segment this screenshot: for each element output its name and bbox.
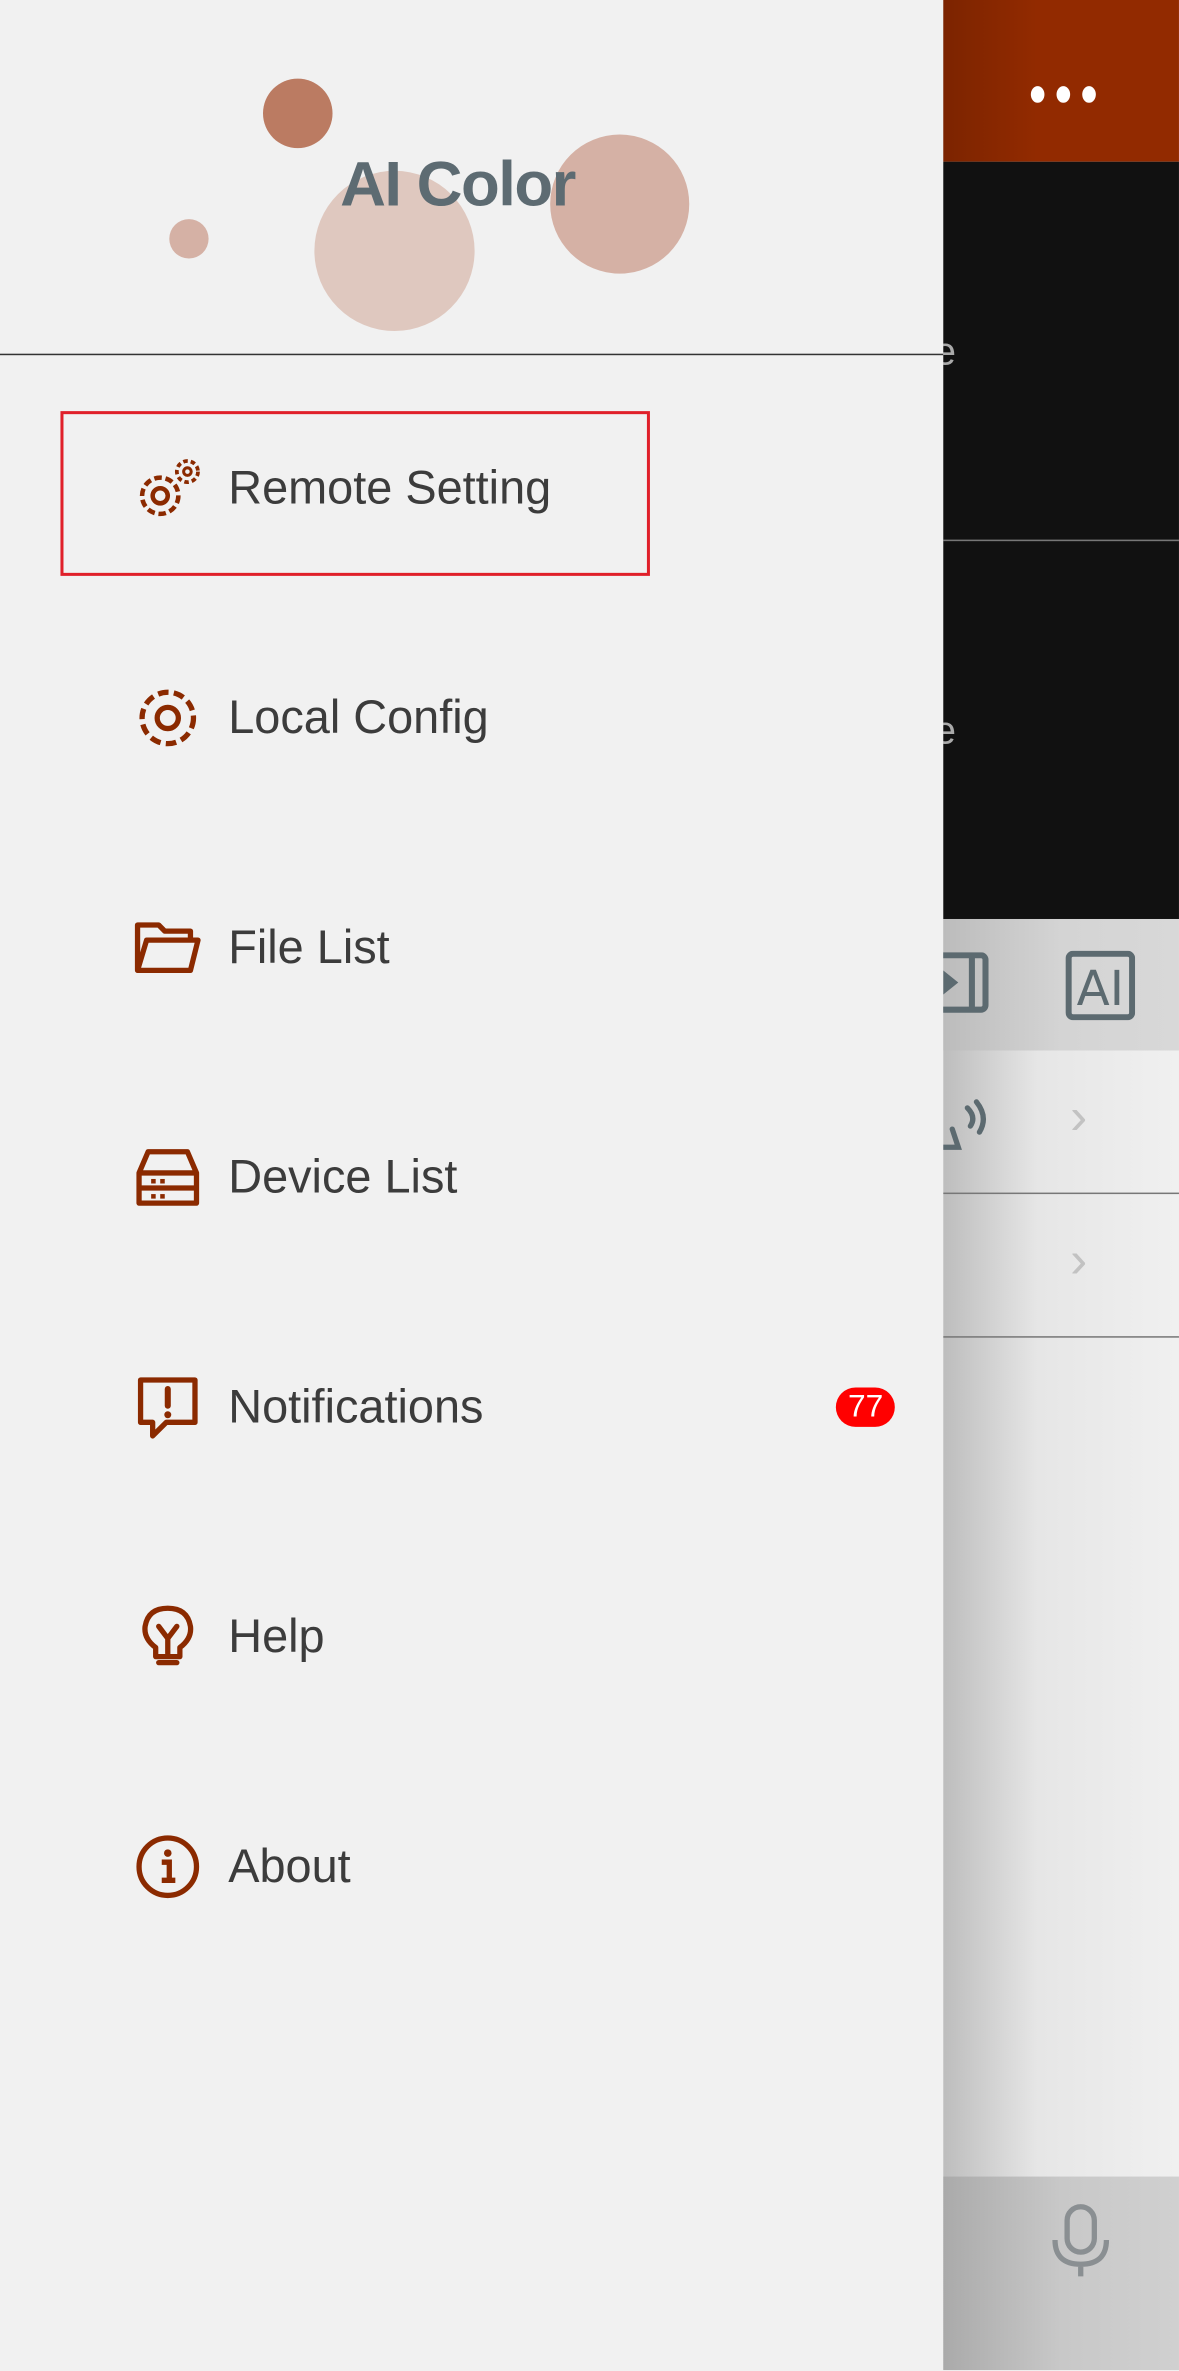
navigation-drawer: AI Color Remote Setting Local Config Fil…	[0, 0, 944, 2371]
menu-item-local-config[interactable]: Local Config	[133, 673, 904, 764]
menu-item-file-list[interactable]: File List	[133, 902, 904, 993]
gears-icon	[139, 459, 200, 517]
video-file-icon[interactable]	[937, 952, 991, 1015]
gear-icon	[139, 689, 197, 747]
toolbar: AI	[937, 918, 1179, 1051]
menu-item-remote-setting[interactable]: Remote Setting	[133, 443, 904, 534]
list-row[interactable]: ›	[943, 1194, 1179, 1338]
chevron-right-icon: ›	[1070, 1088, 1088, 1146]
bottom-bar	[943, 2176, 1179, 2371]
lightbulb-icon	[142, 1605, 194, 1666]
menu-item-device-list[interactable]: Device List	[133, 1132, 904, 1223]
svg-text:AI: AI	[1077, 961, 1124, 1017]
more-options-icon[interactable]	[1030, 86, 1096, 103]
header-bar	[943, 0, 1179, 162]
list-row[interactable]: ›	[943, 1050, 1179, 1195]
menu-item-notifications[interactable]: Notifications 77	[133, 1362, 904, 1453]
video-panel-2[interactable]: e	[934, 541, 1179, 919]
info-icon	[136, 1835, 200, 1899]
alarm-bell-icon	[943, 1099, 986, 1150]
logo-text: AI Color	[340, 148, 576, 220]
video-panel-1[interactable]: e	[934, 161, 1179, 542]
folder-icon	[134, 922, 201, 974]
alert-message-icon	[137, 1377, 198, 1439]
microphone-icon[interactable]	[1049, 2204, 1112, 2280]
menu-item-about[interactable]: About	[133, 1821, 904, 1912]
app-logo: AI Color	[0, 0, 944, 356]
ai-icon[interactable]: AI	[1065, 950, 1136, 1021]
notification-badge: 77	[835, 1387, 896, 1427]
device-icon	[136, 1149, 200, 1206]
menu-item-help[interactable]: Help	[133, 1592, 904, 1683]
chevron-right-icon: ›	[1070, 1231, 1088, 1290]
